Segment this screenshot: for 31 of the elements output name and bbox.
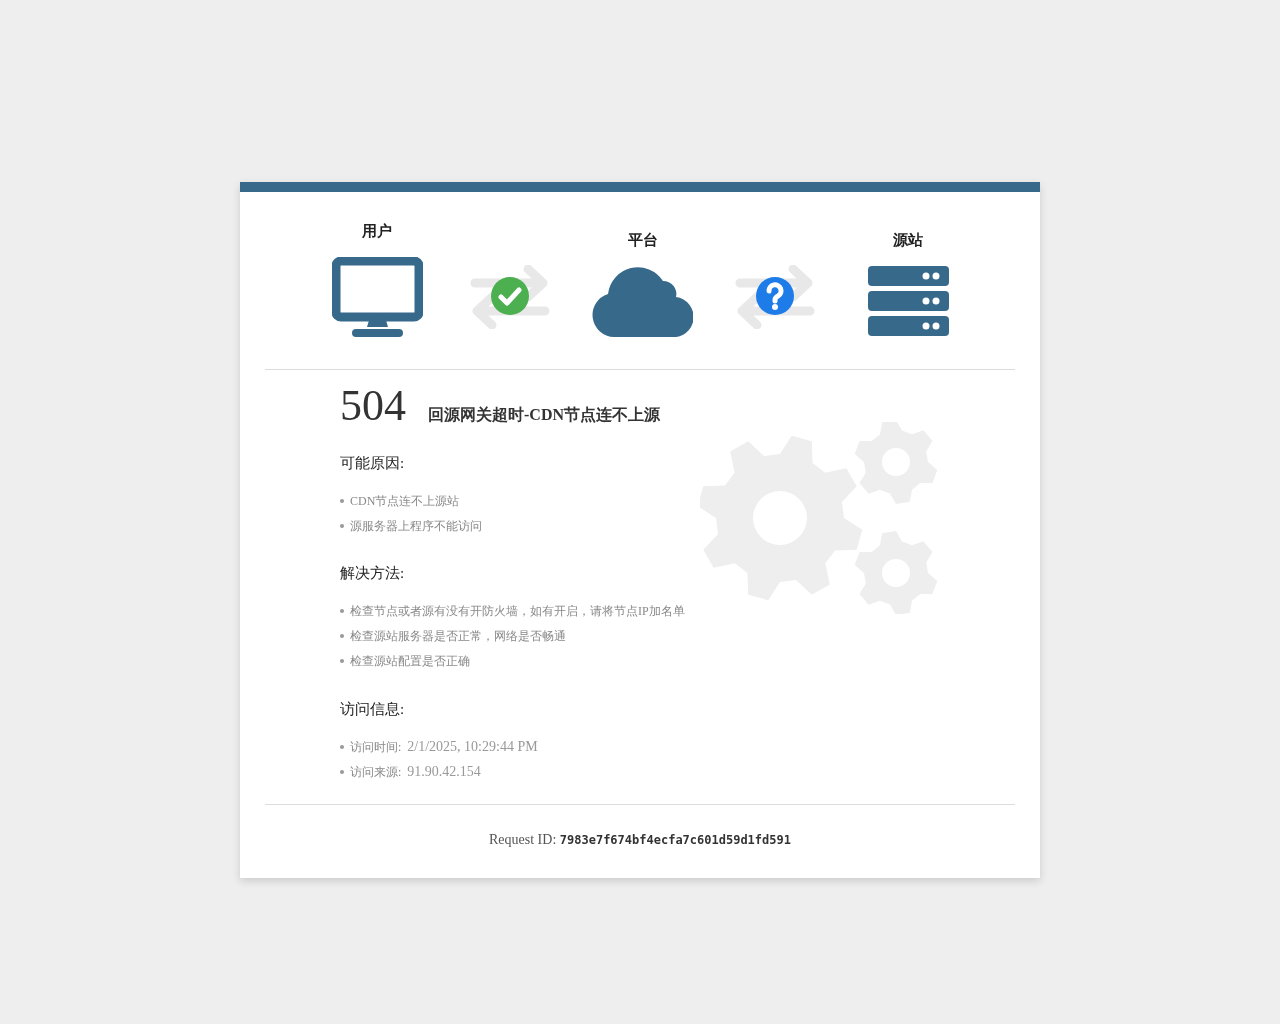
list-item-text: 检查源站服务器是否正常，网络是否畅通 (350, 628, 566, 645)
list-item-text: CDN节点连不上源站 (350, 492, 460, 510)
cloud-icon (592, 265, 693, 337)
list-item-text: 源服务器上程序不能访问 (350, 517, 482, 535)
request-id-label: Request ID: (489, 832, 558, 847)
exchange-arrows-icon (469, 264, 550, 329)
info-value: 2/1/2025, 10:29:44 PM (407, 738, 538, 756)
bullet-icon (340, 659, 344, 663)
node-label: 平台 (627, 231, 658, 250)
server-icon (867, 265, 949, 337)
bullet-icon (340, 769, 344, 774)
bullet-icon (340, 498, 344, 503)
list-item-text: 访问来源: (350, 763, 402, 781)
section-heading: 访问信息: (340, 699, 406, 719)
node-label: 用户 (362, 222, 392, 241)
bullet-icon (340, 523, 344, 528)
error-code: 504 (340, 383, 406, 428)
section-heading: 可能原因: (340, 453, 406, 473)
bullet-icon (340, 634, 344, 638)
section-heading: 解决方法: (340, 564, 406, 583)
list-item-text: 访问时间: (350, 738, 402, 756)
request-id-value: 7983e7f674bf4ecfa7c601d59d1fd591 (559, 833, 791, 847)
exchange-arrows-icon (735, 264, 816, 329)
info-value: 91.90.42.154 (407, 763, 481, 781)
list-item-text: 检查节点或者源有没有开防火墙，如有开启，请将节点IP加名单 (350, 603, 685, 620)
bullet-icon (340, 609, 344, 613)
error-title: 回源网关超时-CDN节点连不上源 (428, 404, 660, 425)
monitor-icon (331, 256, 423, 337)
list-item-text: 检查源站配置是否正确 (350, 653, 470, 670)
bullet-icon (340, 744, 344, 749)
node-label: 源站 (893, 231, 923, 250)
